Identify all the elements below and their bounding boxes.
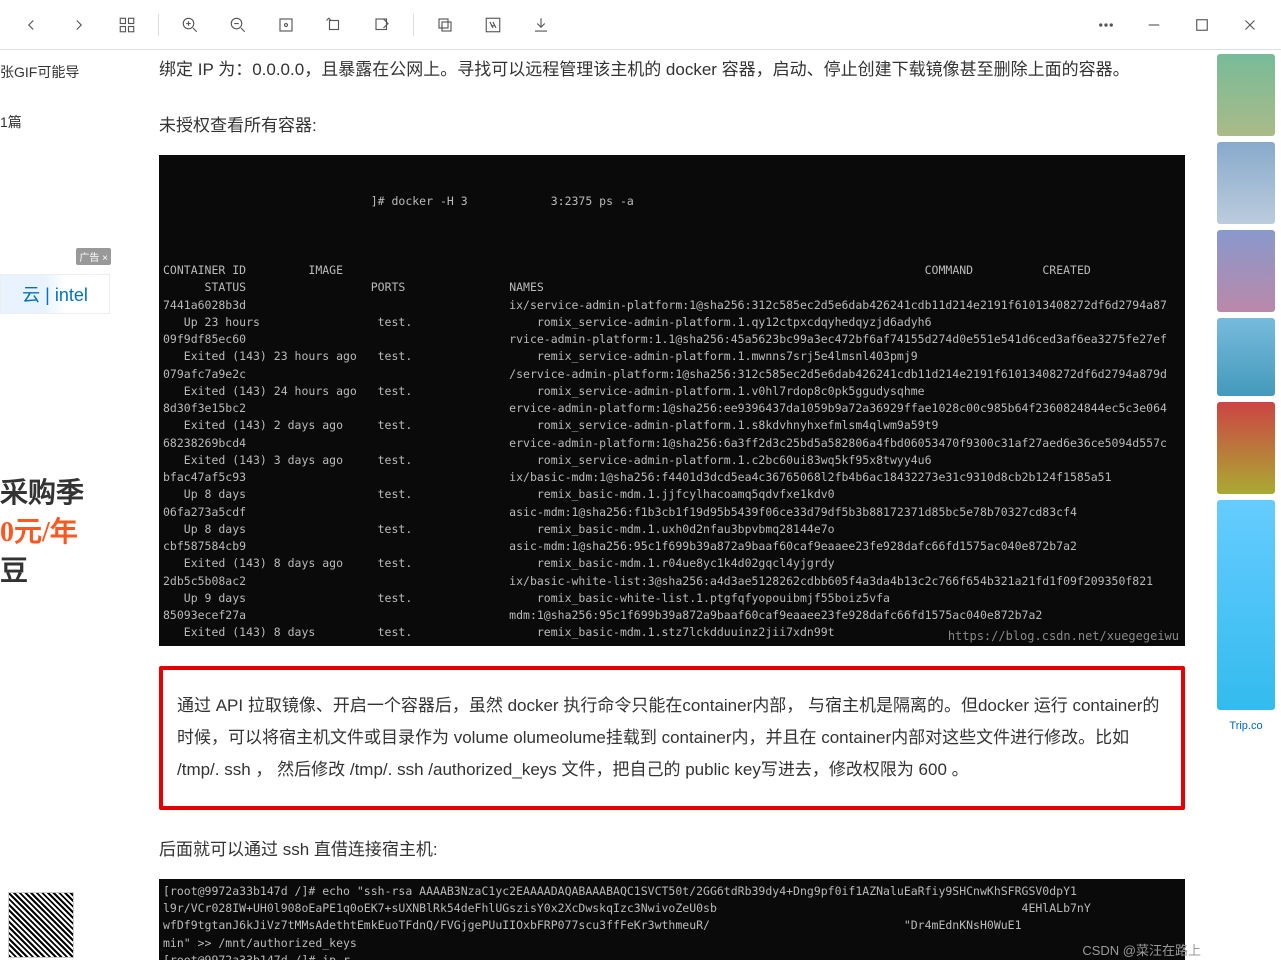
docker-ps-terminal: ]# docker -H 3 3:2375 ps -a https://blog…	[159, 155, 1185, 646]
apps-button[interactable]	[104, 5, 150, 45]
intel-logo: 云 | intel	[0, 274, 110, 314]
translate-button[interactable]	[470, 5, 516, 45]
article-count: 1篇	[0, 82, 115, 132]
zoom-out-button[interactable]	[215, 5, 261, 45]
highlighted-note: 通过 API 拉取镜像、开启一个容器后，虽然 docker 执行命令只能在con…	[159, 666, 1185, 811]
more-button[interactable]	[1083, 5, 1129, 45]
gif-notice: 张GIF可能导	[0, 50, 115, 82]
footer-credit: CSDN @菜汪在路上	[1082, 940, 1201, 959]
thumb-2[interactable]	[1217, 142, 1275, 224]
thumb-1[interactable]	[1217, 54, 1275, 136]
forward-button[interactable]	[56, 5, 102, 45]
thumb-5[interactable]	[1217, 402, 1275, 494]
trip-label[interactable]: Trip.co	[1217, 720, 1275, 732]
back-button[interactable]	[8, 5, 54, 45]
titlebar	[0, 0, 1281, 50]
qr-code[interactable]	[8, 892, 74, 958]
close-button[interactable]	[1227, 5, 1273, 45]
zoom-in-button[interactable]	[167, 5, 213, 45]
minimize-button[interactable]	[1131, 5, 1177, 45]
heading-ssh: 后面就可以通过 ssh 直借连接宿主机:	[159, 834, 1185, 866]
maximize-button[interactable]	[1179, 5, 1225, 45]
highlight-text: 通过 API 拉取镜像、开启一个容器后，虽然 docker 执行命令只能在con…	[177, 690, 1167, 787]
ad-panel[interactable]: 云 | intel 采购季 0元/年 豆	[0, 268, 108, 592]
fit-page-button[interactable]	[263, 5, 309, 45]
watermark: https://blog.csdn.net/xuegegeiwu	[948, 627, 1179, 645]
right-sidebar: Trip.co	[1215, 50, 1281, 960]
promo-text: 采购季 0元/年 豆	[0, 474, 108, 592]
ad-badge[interactable]: 广告 ×	[76, 248, 111, 265]
rotate-button[interactable]	[311, 5, 357, 45]
thumb-6[interactable]	[1217, 500, 1275, 710]
download-button[interactable]	[518, 5, 564, 45]
edit-button[interactable]	[359, 5, 405, 45]
thumb-3[interactable]	[1217, 230, 1275, 312]
left-sidebar: 张GIF可能导 1篇 广告 × 云 | intel 采购季 0元/年 豆	[0, 50, 115, 960]
article-main: 绑定 IP 为：0.0.0.0，且暴露在公网上。寻找可以远程管理该主机的 doc…	[115, 50, 1215, 960]
intro-paragraph: 绑定 IP 为：0.0.0.0，且暴露在公网上。寻找可以远程管理该主机的 doc…	[159, 54, 1185, 86]
thumb-4[interactable]	[1217, 318, 1275, 396]
ssh-terminal: [root@9972a33b147d /]# echo "ssh-rsa AAA…	[159, 879, 1185, 960]
heading-unauth: 未授权查看所有容器:	[159, 110, 1185, 142]
copy-button[interactable]	[422, 5, 468, 45]
